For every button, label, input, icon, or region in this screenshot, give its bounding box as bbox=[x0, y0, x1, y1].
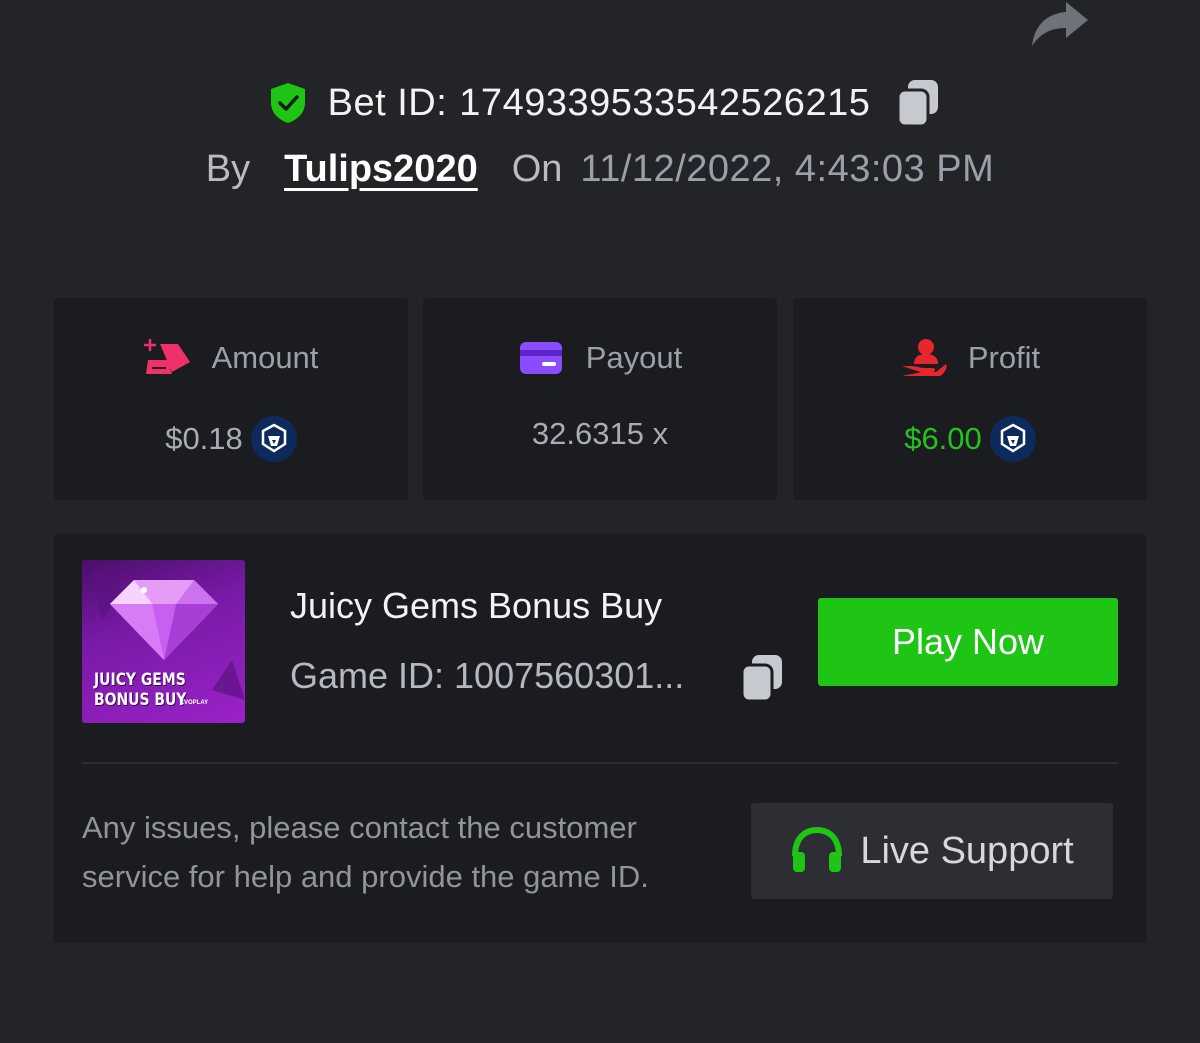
game-panel: JUICY GEMS BONUS BUY EVOPLAY Juicy Gems … bbox=[54, 533, 1146, 943]
share-icon[interactable] bbox=[1028, 0, 1090, 48]
live-support-button[interactable]: Live Support bbox=[751, 803, 1113, 899]
live-support-label: Live Support bbox=[860, 829, 1074, 872]
amount-value: $0.18 bbox=[165, 421, 243, 456]
game-thumbnail[interactable]: JUICY GEMS BONUS BUY EVOPLAY bbox=[82, 560, 245, 723]
amount-label: Amount bbox=[211, 340, 319, 375]
verified-shield-icon bbox=[270, 83, 305, 123]
payout-card: Payout 32.6315 x bbox=[423, 298, 777, 500]
payout-value: 32.6315 x bbox=[531, 416, 669, 451]
bet-id-label: Bet ID: bbox=[327, 81, 448, 124]
username-link[interactable]: Tulips2020 bbox=[284, 148, 478, 191]
copy-bet-id-icon[interactable] bbox=[896, 78, 940, 128]
bet-id-row: Bet ID: 1749339533542526215 bbox=[0, 78, 1200, 128]
provider-logo: EVOPLAY bbox=[180, 700, 209, 706]
copy-game-id-icon[interactable] bbox=[740, 653, 784, 703]
crypto-coin-icon bbox=[250, 416, 297, 462]
game-title: Juicy Gems Bonus Buy bbox=[290, 585, 663, 626]
bet-datetime: 11/12/2022, 4:43:03 PM bbox=[580, 148, 995, 190]
profit-card: Profit $6.00 bbox=[793, 298, 1147, 500]
bet-id-value: 1749339533542526215 bbox=[459, 81, 871, 124]
bet-detail-page: Bet ID: 1749339533542526215 By Tulips202… bbox=[0, 0, 1200, 1043]
card-icon bbox=[519, 342, 562, 374]
author-row: By Tulips2020 On 11/12/2022, 4:43:03 PM bbox=[0, 148, 1200, 191]
divider bbox=[82, 762, 1118, 764]
game-id: Game ID: 1007560301... bbox=[290, 655, 685, 696]
by-label: By bbox=[205, 148, 251, 190]
profit-label: Profit bbox=[967, 340, 1041, 375]
support-message: Any issues, please contact the customer … bbox=[82, 810, 649, 894]
on-label: On bbox=[511, 148, 563, 190]
headset-icon bbox=[792, 826, 843, 872]
money-pile-icon bbox=[143, 338, 190, 374]
profit-value: $6.00 bbox=[904, 421, 982, 456]
payout-label: Payout bbox=[585, 340, 683, 375]
amount-card: Amount $0.18 bbox=[54, 298, 408, 500]
crypto-coin-icon bbox=[989, 416, 1036, 462]
thumbnail-title: JUICY GEMS BONUS BUY bbox=[94, 670, 187, 710]
play-now-button[interactable]: Play Now bbox=[818, 598, 1118, 686]
hand-user-icon bbox=[901, 339, 947, 376]
